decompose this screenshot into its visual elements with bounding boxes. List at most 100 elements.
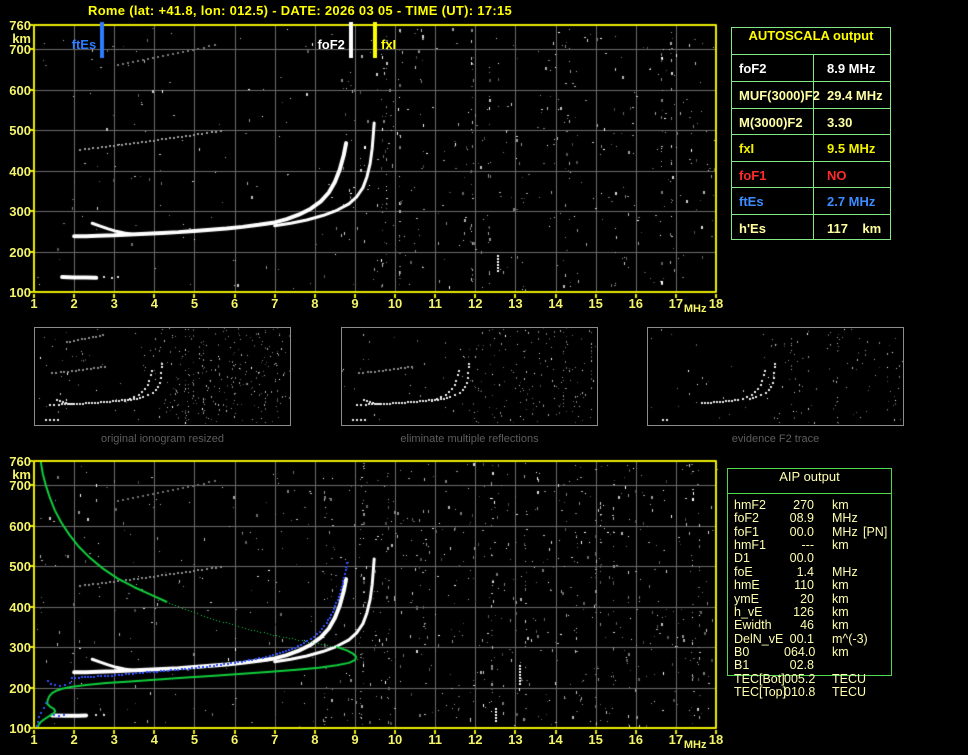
thumbnail-multiple-canvas bbox=[342, 328, 597, 425]
aip-row-label: B1 bbox=[734, 659, 749, 672]
aip-row-label: TEC[Top] bbox=[734, 686, 786, 699]
aip-row-value: 08.9 bbox=[784, 512, 814, 525]
autoscala-row-label: MUF(3000)F2 bbox=[739, 88, 820, 103]
aip-row: D100.0 bbox=[728, 552, 891, 565]
autoscala-row-value: 29.4 MHz bbox=[827, 88, 883, 103]
x-tick-label: 10 bbox=[381, 732, 409, 747]
autoscala-row-label: h'Es bbox=[739, 221, 766, 236]
x-tick-label: 16 bbox=[622, 732, 650, 747]
thumbnail-original-canvas bbox=[35, 328, 290, 425]
aip-row-label: Ewidth bbox=[734, 619, 772, 632]
aip-table-header: AIP output bbox=[728, 469, 891, 494]
x-tick-label: 8 bbox=[301, 732, 329, 747]
aip-row: foF2 08.9 MHz bbox=[728, 512, 891, 525]
x-tick-label: 12 bbox=[461, 732, 489, 747]
autoscala-row-value: NO bbox=[827, 168, 847, 183]
x-tick-label: 7 bbox=[261, 296, 289, 311]
x-tick-label: 10 bbox=[381, 296, 409, 311]
aip-row-value: 270 bbox=[784, 499, 814, 512]
aip-row: hmF2270km bbox=[728, 499, 891, 512]
aip-row-value: --- bbox=[784, 539, 814, 552]
aip-row-label: h_vE bbox=[734, 606, 763, 619]
autoscala-output-table: AUTOSCALA output foF28.9 MHz MUF(3000)F2 2… bbox=[731, 27, 891, 240]
aip-row-label: D1 bbox=[734, 552, 750, 565]
thumbnail-f2-trace bbox=[647, 327, 904, 426]
x-tick-label: 2 bbox=[60, 732, 88, 747]
autoscala-row-label: fxI bbox=[739, 141, 754, 156]
x-tick-label: 11 bbox=[421, 732, 449, 747]
aip-row: hmE110km bbox=[728, 579, 891, 592]
aip-row-unit: MHz bbox=[832, 566, 858, 579]
y-tick-label: 500 bbox=[1, 123, 31, 138]
aip-row-label: foF2 bbox=[734, 512, 759, 525]
aip-row-value: 064.0 bbox=[784, 646, 814, 659]
aip-row-unit: m^(-3) bbox=[832, 633, 868, 646]
y-tick-label: 100 bbox=[1, 285, 31, 300]
x-tick-label: 15 bbox=[582, 732, 610, 747]
autoscala-row-label: M(3000)F2 bbox=[739, 115, 803, 130]
x-tick-label: 4 bbox=[140, 732, 168, 747]
y-tick-label: 400 bbox=[1, 164, 31, 179]
x-tick-label: 15 bbox=[582, 296, 610, 311]
aip-row-value: 00.1 bbox=[784, 633, 814, 646]
x-tick-label: 13 bbox=[501, 296, 529, 311]
autoscala-row-label: foF2 bbox=[739, 61, 766, 76]
x-tick-label: 8 bbox=[301, 296, 329, 311]
autoscala-row-label: foF1 bbox=[739, 168, 766, 183]
marker-label-fxI: fxI bbox=[381, 37, 423, 52]
x-tick-label: 2 bbox=[60, 296, 88, 311]
aip-row-unit: km bbox=[832, 593, 849, 606]
aip-row: B0064.0km bbox=[728, 646, 891, 659]
autoscala-row-value: 2.7 MHz bbox=[827, 194, 875, 209]
autoscala-row: MUF(3000)F2 29.4 MHz bbox=[732, 81, 890, 107]
x-tick-label: 5 bbox=[180, 732, 208, 747]
aip-row: DelN_vE00.1 m^(-3) bbox=[728, 633, 891, 646]
x-tick-label: 3 bbox=[100, 296, 128, 311]
aip-row-unit: MHz bbox=[832, 526, 858, 539]
x-tick-label: 9 bbox=[341, 732, 369, 747]
aip-row-label: hmE bbox=[734, 579, 760, 592]
y-tick-label: 300 bbox=[1, 204, 31, 219]
autoscala-table-header: AUTOSCALA output bbox=[732, 28, 890, 55]
aip-output-table: AIP output hmF2270kmfoF2 08.9 MHz foF1 00.0 M… bbox=[727, 468, 892, 676]
top-ionogram-canvas bbox=[28, 20, 722, 300]
x-axis-unit-label: MHz bbox=[684, 739, 707, 751]
y-tick-label: 600 bbox=[1, 83, 31, 98]
thumbnail-original-ionogram bbox=[34, 327, 291, 426]
aip-row-value: 1.4 bbox=[784, 566, 814, 579]
aip-row-label: hmF1 bbox=[734, 539, 766, 552]
x-tick-label: 12 bbox=[461, 296, 489, 311]
y-tick-label: 600 bbox=[1, 519, 31, 534]
aip-row-unit: MHz bbox=[832, 512, 858, 525]
aip-row: TEC[Top]010.8TECU bbox=[728, 686, 891, 699]
aip-row-value: 00.0 bbox=[784, 526, 814, 539]
x-tick-label: 14 bbox=[542, 296, 570, 311]
autoscala-row: foF28.9 MHz bbox=[732, 55, 890, 81]
x-axis-unit-label: MHz bbox=[684, 303, 707, 315]
autoscala-row: ftEs2.7 MHz bbox=[732, 187, 890, 213]
page-title: Rome (lat: +41.8, lon: 012.5) - DATE: 20… bbox=[88, 3, 512, 18]
autoscala-row: fxI9.5 MHz bbox=[732, 134, 890, 160]
aip-row: ymE20km bbox=[728, 593, 891, 606]
y-axis-unit-label: km bbox=[1, 31, 31, 46]
aip-row-value: 110 bbox=[784, 579, 814, 592]
y-tick-label: 100 bbox=[1, 721, 31, 736]
aip-row-value: 46 bbox=[784, 619, 814, 632]
marker-label-foF2: foF2 bbox=[303, 37, 345, 52]
aip-row-label: foF1 bbox=[734, 526, 759, 539]
bottom-ionogram-canvas bbox=[28, 456, 722, 736]
x-tick-label: 16 bbox=[622, 296, 650, 311]
thumbnail-f2-caption: evidence F2 trace bbox=[647, 433, 904, 445]
y-tick-label: 400 bbox=[1, 600, 31, 615]
x-tick-label: 4 bbox=[140, 296, 168, 311]
aip-row-unit: km bbox=[832, 646, 849, 659]
x-tick-label: 5 bbox=[180, 296, 208, 311]
aip-row-unit: TECU bbox=[832, 686, 866, 699]
autoscala-row: M(3000)F23.30 bbox=[732, 108, 890, 134]
aip-row-label: TEC[Bot] bbox=[734, 673, 785, 686]
aip-row: foE1.4MHz bbox=[728, 566, 891, 579]
thumbnail-f2-canvas bbox=[648, 328, 903, 425]
marker-label-ftEs: ftEs bbox=[54, 37, 96, 52]
aip-row-label: DelN_vE bbox=[734, 633, 783, 646]
autoscala-screen: Rome (lat: +41.8, lon: 012.5) - DATE: 20… bbox=[0, 0, 968, 755]
